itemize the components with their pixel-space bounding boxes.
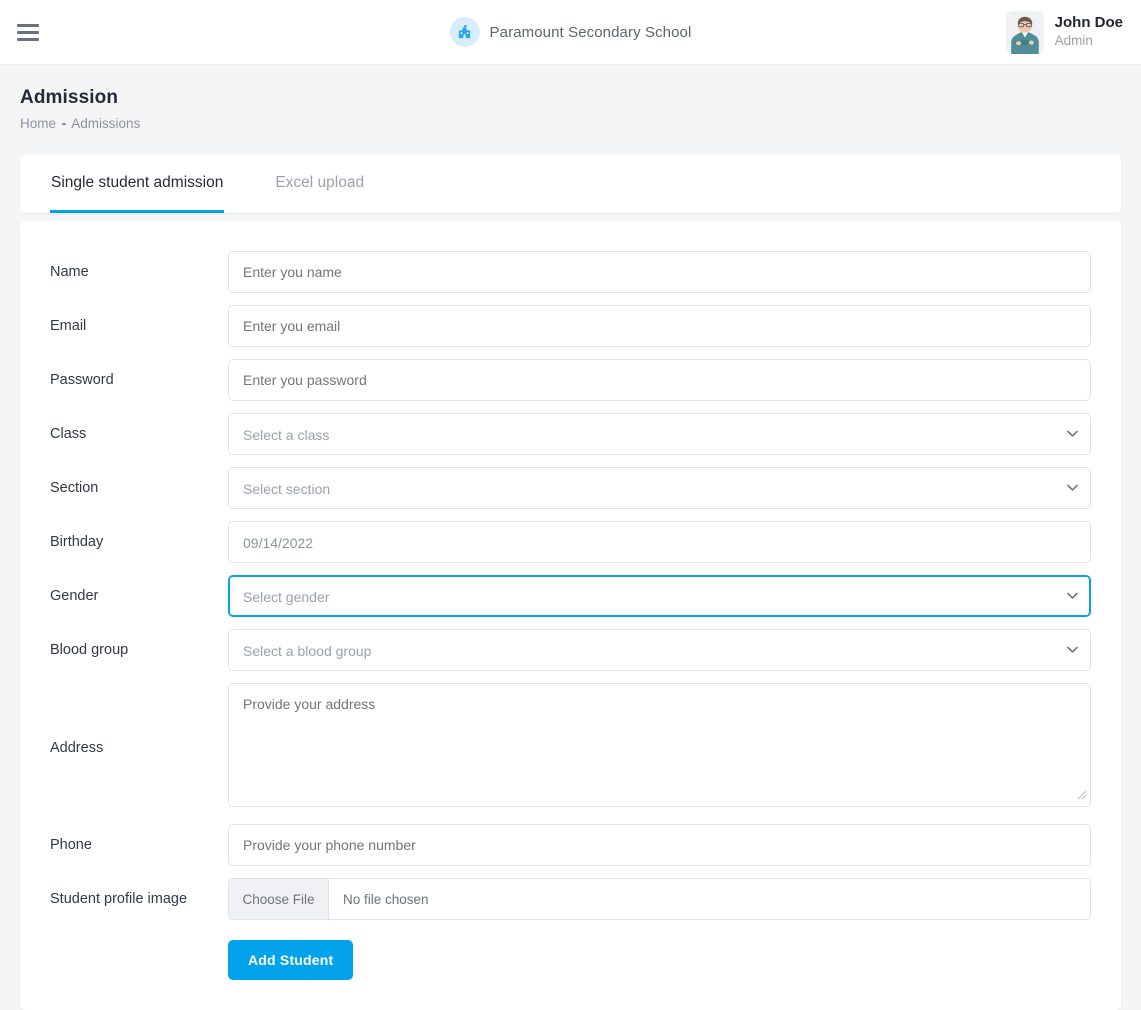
form-row-birthday: Birthday 09/14/2022: [50, 521, 1091, 563]
admission-form: Name Email Password Class Select a class: [20, 221, 1121, 1010]
address-label: Address: [50, 740, 228, 756]
email-label: Email: [50, 318, 228, 334]
form-row-gender: Gender Select gender: [50, 575, 1091, 617]
avatar: [1006, 11, 1044, 54]
resize-handle-icon[interactable]: [1077, 787, 1087, 805]
birthday-label: Birthday: [50, 534, 228, 550]
address-textarea[interactable]: [228, 683, 1091, 807]
hamburger-line: [17, 24, 39, 27]
form-row-profile-image: Student profile image Choose File No fil…: [50, 878, 1091, 920]
blood-group-select[interactable]: Select a blood group: [228, 629, 1091, 671]
tab-label: Single student admission: [51, 174, 223, 192]
gender-select[interactable]: Select gender: [228, 575, 1091, 617]
breadcrumb-current: Admissions: [71, 116, 140, 131]
section-label: Section: [50, 480, 228, 496]
tabs-bar: Single student admission Excel upload: [20, 155, 1121, 213]
class-label: Class: [50, 426, 228, 442]
form-row-name: Name: [50, 251, 1091, 293]
gender-label: Gender: [50, 588, 228, 604]
hamburger-icon[interactable]: [17, 24, 39, 41]
school-building-icon: [450, 17, 480, 47]
file-status-text: No file chosen: [329, 879, 1090, 919]
form-row-address: Address: [50, 683, 1091, 812]
birthday-input[interactable]: 09/14/2022: [228, 521, 1091, 563]
blood-group-label: Blood group: [50, 642, 228, 658]
user-role: Admin: [1055, 33, 1123, 50]
hamburger-line: [17, 31, 39, 34]
password-label: Password: [50, 372, 228, 388]
name-input[interactable]: [228, 251, 1091, 293]
brand: Paramount Secondary School: [0, 17, 1141, 47]
tab-label: Excel upload: [275, 174, 364, 192]
breadcrumb-home[interactable]: Home: [20, 116, 56, 131]
form-row-section: Section Select section: [50, 467, 1091, 509]
section-select[interactable]: Select section: [228, 467, 1091, 509]
action-spacer: [50, 940, 228, 980]
top-navbar: Paramount Secondary School John Doe Admi…: [0, 0, 1141, 65]
breadcrumb-separator: -: [60, 116, 69, 131]
phone-label: Phone: [50, 837, 228, 853]
tab-excel-upload[interactable]: Excel upload: [274, 155, 365, 213]
form-row-password: Password: [50, 359, 1091, 401]
user-meta: John Doe Admin: [1055, 14, 1123, 50]
page-title: Admission: [20, 87, 1141, 109]
breadcrumb: Home - Admissions: [20, 116, 1141, 131]
user-menu[interactable]: John Doe Admin: [1006, 11, 1123, 54]
tab-single-student-admission[interactable]: Single student admission: [50, 155, 224, 213]
brand-name: Paramount Secondary School: [490, 24, 692, 41]
page-header: Admission Home - Admissions: [0, 65, 1141, 131]
profile-image-label: Student profile image: [50, 891, 228, 907]
form-row-blood-group: Blood group Select a blood group: [50, 629, 1091, 671]
phone-input[interactable]: [228, 824, 1091, 866]
name-label: Name: [50, 264, 228, 280]
profile-image-file-input[interactable]: Choose File No file chosen: [228, 878, 1091, 920]
choose-file-button[interactable]: Choose File: [229, 879, 329, 919]
class-select[interactable]: Select a class: [228, 413, 1091, 455]
add-student-button[interactable]: Add Student: [228, 940, 353, 980]
password-input[interactable]: [228, 359, 1091, 401]
form-row-phone: Phone: [50, 824, 1091, 866]
form-actions: Add Student: [50, 940, 1091, 980]
hamburger-line: [17, 38, 39, 41]
email-input[interactable]: [228, 305, 1091, 347]
form-row-email: Email: [50, 305, 1091, 347]
user-name: John Doe: [1055, 14, 1123, 33]
form-row-class: Class Select a class: [50, 413, 1091, 455]
